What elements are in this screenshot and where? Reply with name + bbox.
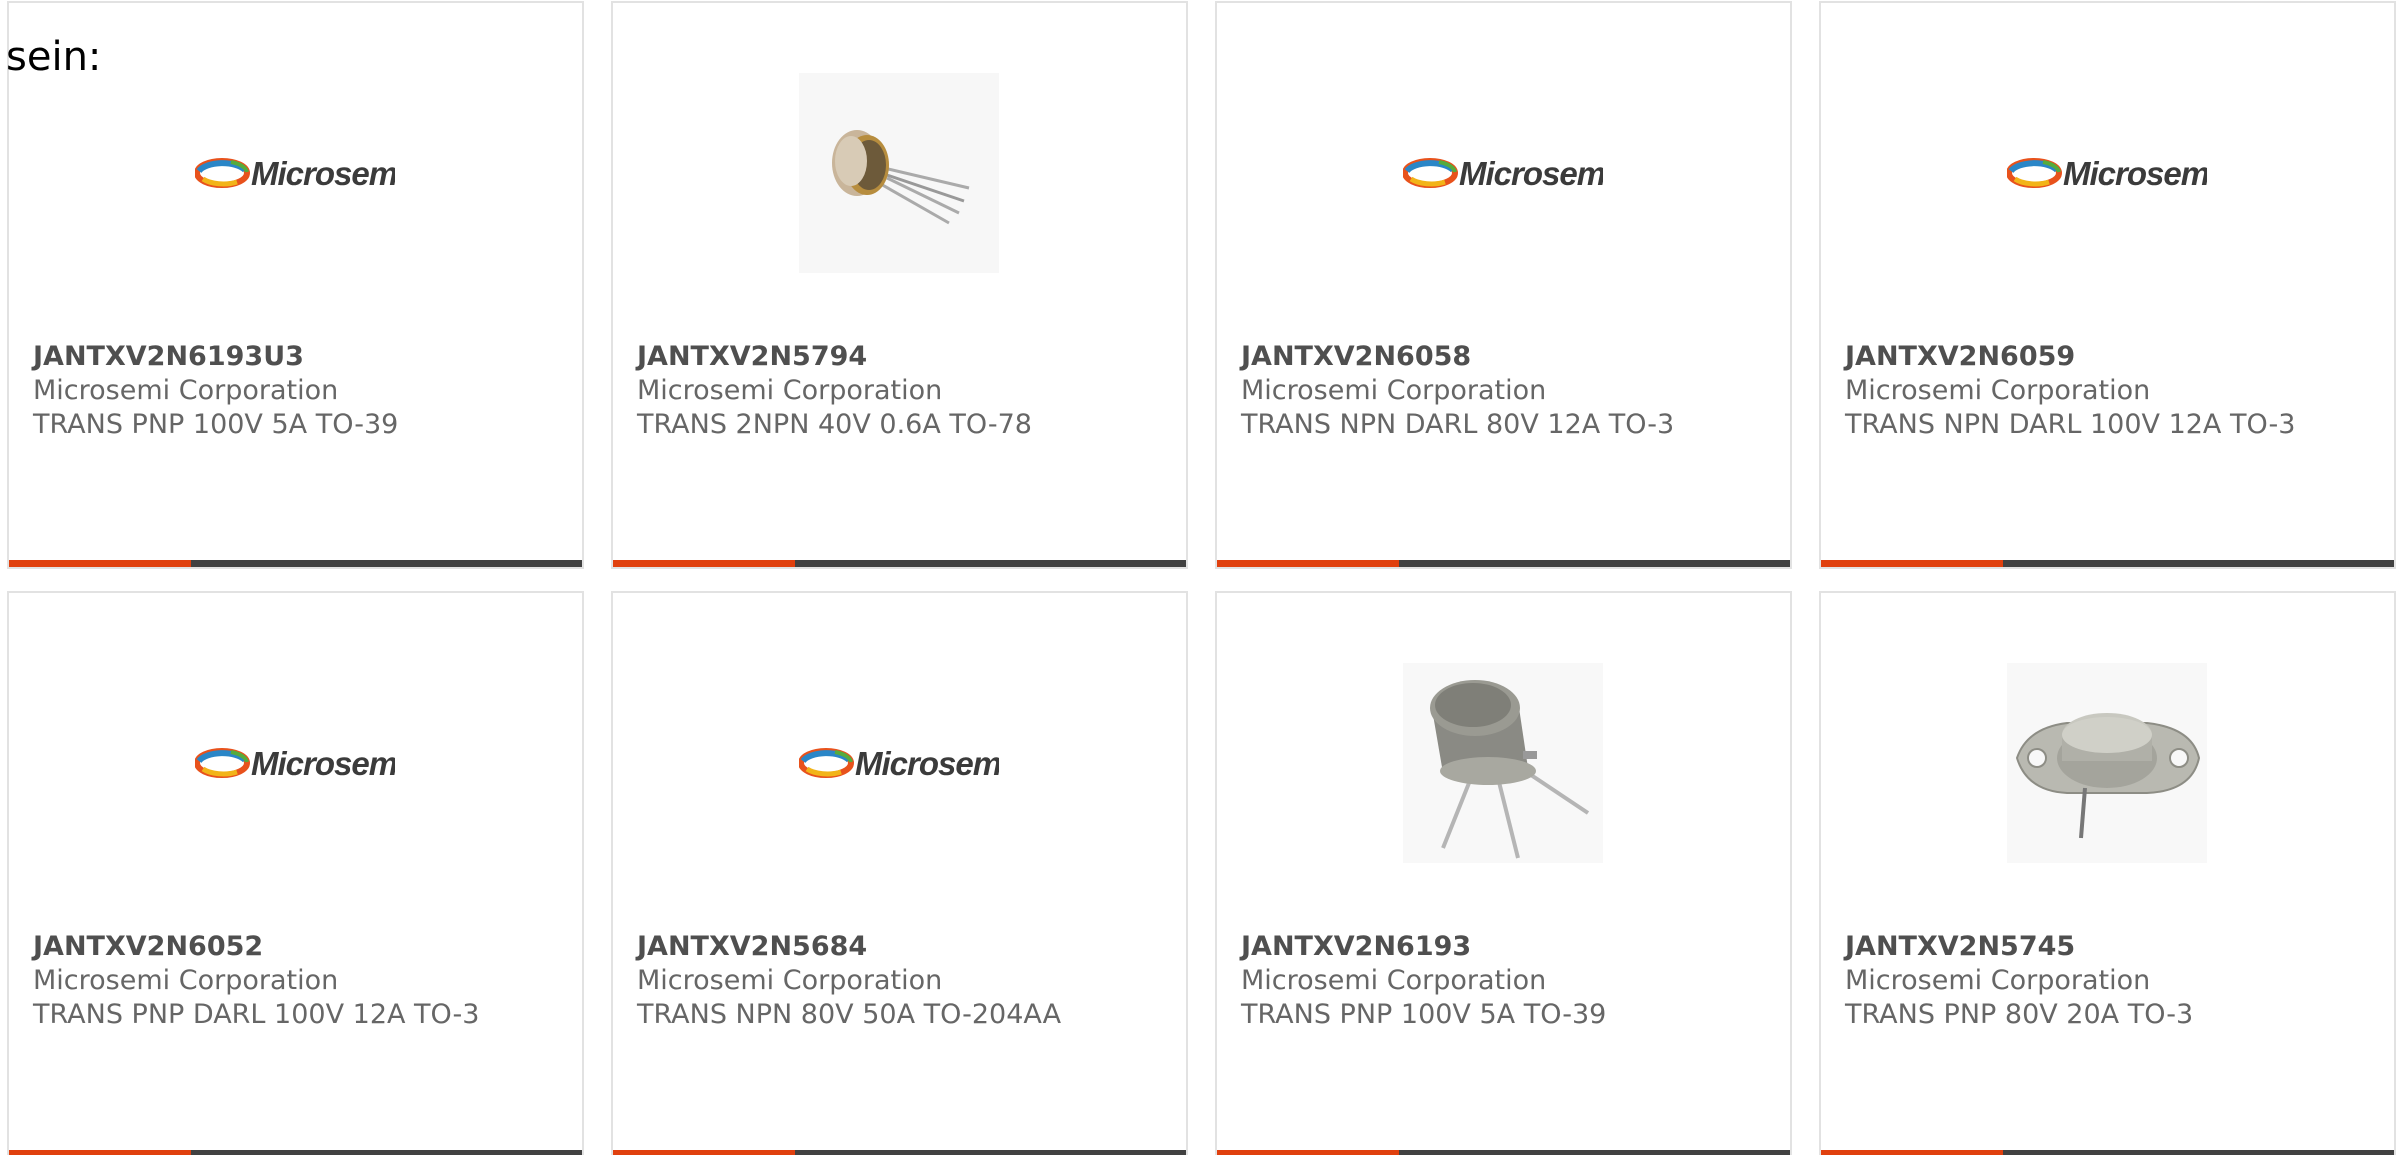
part-number[interactable]: JANTXV2N5745 [1845,930,2384,964]
card-bottom-bar [1821,1150,2394,1155]
product-card[interactable]: Microsemi JANTXV2N5684 Microsemi Corpora… [611,591,1188,1155]
card-bottom-bar [9,560,582,567]
description: TRANS 2NPN 40V 0.6A TO-78 [637,409,1032,440]
intro-text: sein: [6,34,102,80]
product-info: JANTXV2N6058 Microsemi Corporation TRANS… [1241,340,1780,442]
part-number[interactable]: JANTXV2N6058 [1241,340,1780,374]
product-image: Microsemi [195,663,395,863]
card-accent-bar [1217,1150,1399,1155]
product-info: JANTXV2N5794 Microsemi Corporation TRANS… [637,340,1176,442]
manufacturer: Microsemi Corporation [1241,375,1547,406]
card-accent-bar [1217,560,1399,567]
manufacturer: Microsemi Corporation [33,375,339,406]
product-image [1403,663,1603,863]
card-accent-bar [9,1150,191,1155]
product-image: Microsemi [1403,73,1603,273]
part-number[interactable]: JANTXV2N6193U3 [33,340,572,374]
card-accent-bar [1821,1150,2003,1155]
product-card[interactable]: Microsemi JANTXV2N6058 Microsemi Corpora… [1215,1,1792,569]
svg-text:Microsemi: Microsemi [251,745,395,782]
product-info: JANTXV2N6059 Microsemi Corporation TRANS… [1845,340,2384,442]
product-info: JANTXV2N6052 Microsemi Corporation TRANS… [33,930,572,1032]
product-info: JANTXV2N6193 Microsemi Corporation TRANS… [1241,930,1780,1032]
product-card[interactable]: Microsemi JANTXV2N6193U3 Microsemi Corpo… [7,1,584,569]
manufacturer: Microsemi Corporation [1845,375,2151,406]
microsemi-logo-icon: Microsemi [1403,155,1603,192]
description: TRANS NPN DARL 100V 12A TO-3 [1845,409,2296,440]
part-number[interactable]: JANTXV2N5684 [637,930,1176,964]
part-number[interactable]: JANTXV2N6052 [33,930,572,964]
product-image [2007,663,2207,863]
part-number[interactable]: JANTXV2N6193 [1241,930,1780,964]
card-accent-bar [9,560,191,567]
manufacturer: Microsemi Corporation [1241,965,1547,996]
product-card[interactable]: JANTXV2N6193 Microsemi Corporation TRANS… [1215,591,1792,1155]
product-card[interactable]: JANTXV2N5745 Microsemi Corporation TRANS… [1819,591,2396,1155]
svg-text:Microsemi: Microsemi [855,745,999,782]
svg-text:Microsemi: Microsemi [1459,155,1603,192]
card-bottom-bar [613,1150,1186,1155]
card-bottom-bar [1217,560,1790,567]
manufacturer: Microsemi Corporation [1845,965,2151,996]
card-bottom-bar [1821,560,2394,567]
microsemi-logo-icon: Microsemi [195,745,395,782]
manufacturer: Microsemi Corporation [637,375,943,406]
description: TRANS PNP 80V 20A TO-3 [1845,999,2194,1030]
product-card[interactable]: Microsemi JANTXV2N6052 Microsemi Corpora… [7,591,584,1155]
product-card[interactable]: JANTXV2N5794 Microsemi Corporation TRANS… [611,1,1188,569]
svg-text:Microsemi: Microsemi [2063,155,2207,192]
to-39-package-icon [1403,663,1603,863]
card-accent-bar [613,560,795,567]
manufacturer: Microsemi Corporation [33,965,339,996]
manufacturer: Microsemi Corporation [637,965,943,996]
part-number[interactable]: JANTXV2N6059 [1845,340,2384,374]
product-card[interactable]: Microsemi JANTXV2N6059 Microsemi Corpora… [1819,1,2396,569]
description: TRANS NPN 80V 50A TO-204AA [637,999,1062,1030]
description: TRANS PNP DARL 100V 12A TO-3 [33,999,480,1030]
card-bottom-bar [613,560,1186,567]
to-78-package-icon [799,73,999,273]
product-info: JANTXV2N5684 Microsemi Corporation TRANS… [637,930,1176,1032]
description: TRANS PNP 100V 5A TO-39 [33,409,399,440]
microsemi-logo-icon: Microsemi [2007,155,2207,192]
product-image: Microsemi [2007,73,2207,273]
card-bottom-bar [1217,1150,1790,1155]
microsemi-logo-icon: Microsemi [195,155,395,192]
product-info: JANTXV2N6193U3 Microsemi Corporation TRA… [33,340,572,442]
product-image: Microsemi [195,73,395,273]
microsemi-logo-icon: Microsemi [799,745,999,782]
description: TRANS PNP 100V 5A TO-39 [1241,999,1607,1030]
svg-text:Microsemi: Microsemi [251,155,395,192]
card-accent-bar [613,1150,795,1155]
product-image: Microsemi [799,663,999,863]
product-info: JANTXV2N5745 Microsemi Corporation TRANS… [1845,930,2384,1032]
product-image [799,73,999,273]
to-3-package-icon [2007,663,2207,863]
card-accent-bar [1821,560,2003,567]
description: TRANS NPN DARL 80V 12A TO-3 [1241,409,1675,440]
card-bottom-bar [9,1150,582,1155]
product-grid: Microsemi JANTXV2N6193U3 Microsemi Corpo… [7,1,2400,1155]
part-number[interactable]: JANTXV2N5794 [637,340,1176,374]
